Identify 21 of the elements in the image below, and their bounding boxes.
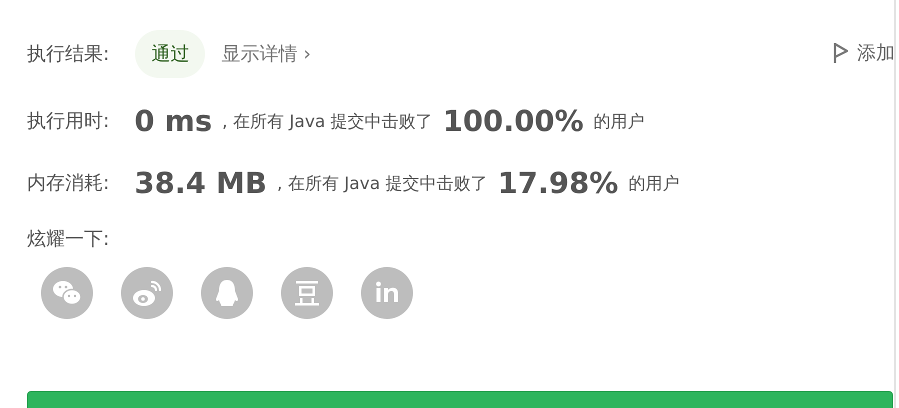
add-note-button[interactable]: 添加 xyxy=(833,40,895,66)
stat-text: 的用户 xyxy=(594,110,645,132)
flag-icon xyxy=(833,42,849,64)
stat-text: , 在所有 Java 提交中击败了 xyxy=(222,110,433,132)
result-label: 执行结果: xyxy=(27,42,110,67)
status-badge: 通过 xyxy=(135,30,206,78)
stat-text: 的用户 xyxy=(628,172,680,194)
stat-label: 执行用时: xyxy=(27,109,110,134)
penguin-icon[interactable] xyxy=(201,267,253,319)
stat-percent: 17.98% xyxy=(498,166,618,200)
linkedin-icon[interactable] xyxy=(361,267,413,319)
stat-text: , 在所有 Java 提交中击败了 xyxy=(277,172,488,194)
stat-percent: 100.00% xyxy=(442,104,584,138)
stat-value: 0 ms xyxy=(134,104,212,138)
weibo-icon[interactable] xyxy=(121,267,173,319)
share-label: 炫耀一下: xyxy=(27,227,110,252)
show-details-link[interactable]: 显示详情 › xyxy=(221,41,312,67)
douban-icon[interactable] xyxy=(281,267,333,319)
stat-value: 38.4 MB xyxy=(134,166,268,200)
wechat-icon[interactable] xyxy=(41,267,93,319)
stat-label: 内存消耗: xyxy=(27,171,110,196)
